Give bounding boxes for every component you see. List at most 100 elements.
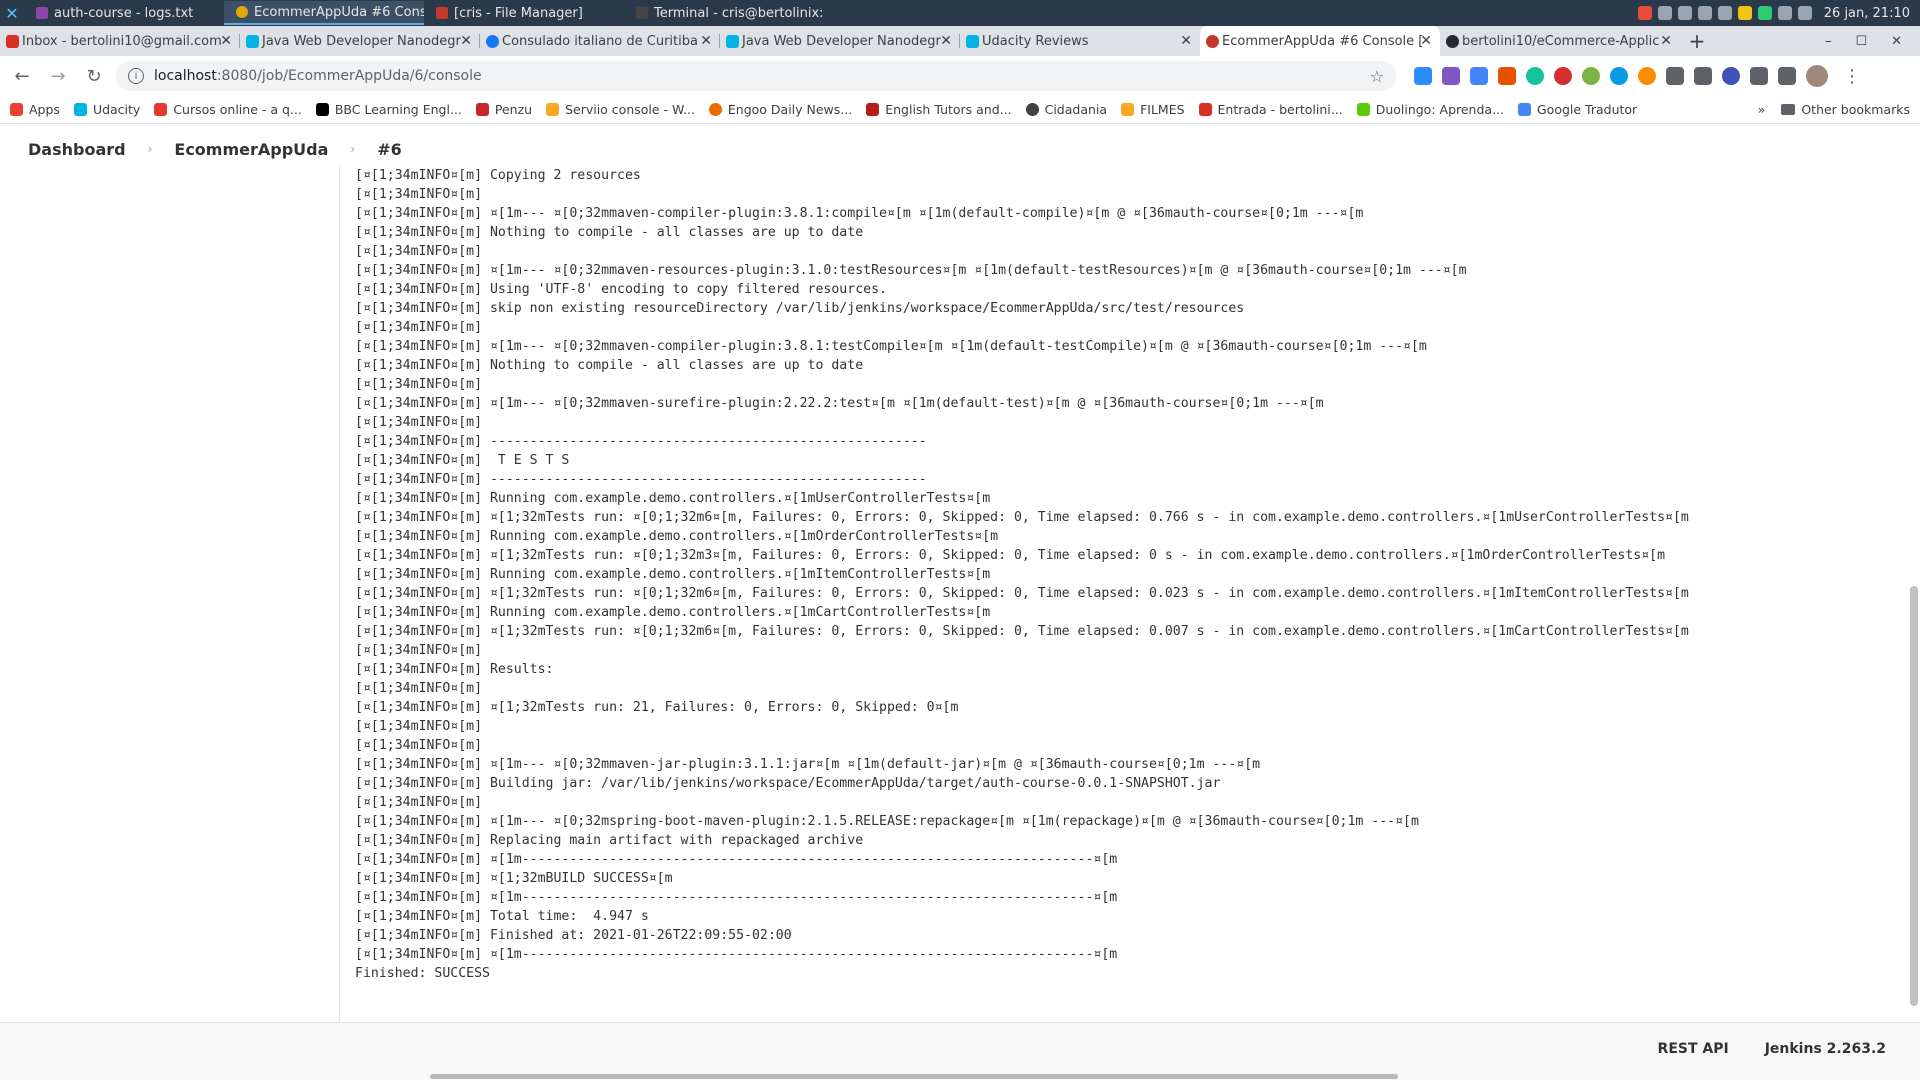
task-chrome[interactable]: EcommerAppUda #6 Conso... [224,1,424,25]
other-bookmarks-folder[interactable]: Other bookmarks [1781,102,1910,117]
reader-extension-icon[interactable] [1498,67,1516,85]
serviio-icon [546,103,560,116]
console-line: [¤[1;34mINFO¤[m] Running com.example.dem… [355,567,991,582]
grammarly-extension-icon[interactable] [1526,67,1544,85]
console-line: [¤[1;34mINFO¤[m] [355,795,483,810]
bookmark-serviio[interactable]: Serviio console - W... [546,102,695,117]
close-icon[interactable]: ✕ [1180,33,1192,49]
console-line: [¤[1;34mINFO¤[m] Copying 2 resources [355,168,641,183]
bookmark-udacity[interactable]: Udacity [73,102,140,117]
pen-extension-icon[interactable] [1442,67,1460,85]
rest-api-link[interactable]: REST API [1658,1041,1729,1057]
task-label: [cris - File Manager] [454,5,583,21]
volume-icon[interactable] [1777,6,1792,20]
close-icon[interactable]: ✕ [460,33,472,49]
profile-avatar[interactable] [1806,65,1828,87]
close-icon[interactable]: ✕ [220,33,232,49]
maximize-button[interactable]: ☐ [1855,34,1867,49]
close-window-button[interactable]: ✕ [1891,34,1902,49]
site-info-icon[interactable]: i [128,68,144,84]
minimize-button[interactable]: – [1825,34,1832,49]
console-line: [¤[1;34mINFO¤[m] [355,643,483,658]
close-icon[interactable]: ✕ [1660,33,1672,49]
vertical-scrollbar[interactable] [1908,166,1918,1022]
task-file-manager[interactable]: [cris - File Manager] [424,1,624,25]
new-tab-button[interactable]: + [1680,26,1714,56]
console-line: [¤[1;34mINFO¤[m] ¤[1;32mBUILD SUCCESS¤[m [355,871,673,886]
task-label: Terminal - cris@bertolinix: ~ [654,5,824,21]
bookmark-filmes[interactable]: FILMES [1121,102,1185,117]
network-icon[interactable] [1697,6,1712,20]
bookmark-cursos[interactable]: Cursos online - a q... [154,102,302,117]
console-line: [¤[1;34mINFO¤[m] [355,681,483,696]
badge-extension-icon[interactable] [1638,67,1656,85]
bookmark-entrada[interactable]: Entrada - bertolini... [1198,102,1343,117]
bookmark-penzu[interactable]: Penzu [475,102,532,117]
check-icon[interactable] [1757,6,1772,20]
console-line: [¤[1;34mINFO¤[m] ¤[1m-------------------… [355,947,1118,962]
tab-title: Consulado italiano de Curitiba [502,33,698,49]
tab-consulado[interactable]: Consulado italiano de Curitiba ✕ [480,26,720,56]
dropbox-icon[interactable] [1677,6,1692,20]
updates-icon[interactable] [1717,6,1732,20]
user-icon[interactable] [1797,6,1812,20]
xfce-menu-icon[interactable]: ✕ [0,1,24,25]
tab-inbox[interactable]: Inbox - bertolini10@gmail.com ✕ [0,26,240,56]
bookmark-google-tradutor[interactable]: Google Tradutor [1518,102,1637,117]
badge-extension-icon[interactable] [1554,67,1572,85]
close-icon[interactable]: ✕ [1420,33,1432,49]
gear-extension-icon[interactable] [1722,67,1740,85]
wifi-icon[interactable] [1694,67,1712,85]
breadcrumb-build[interactable]: #6 [377,140,402,159]
reload-button[interactable]: ↻ [80,62,108,90]
console-line: [¤[1;34mINFO¤[m] Running com.example.dem… [355,491,991,506]
address-bar[interactable]: i localhost:8080/job/EcommerAppUda/6/con… [116,61,1396,91]
tab-github[interactable]: bertolini10/eCommerce-Applic ✕ [1440,26,1680,56]
forward-button[interactable]: → [44,62,72,90]
bookmark-cidadania[interactable]: Cidadania [1025,102,1107,117]
scrollbar-thumb[interactable] [1910,586,1918,1006]
bookmark-star-icon[interactable]: ☆ [1370,67,1384,86]
gmail-icon [1198,103,1212,116]
more-bookmarks-button[interactable]: » [1758,102,1766,117]
bookmark-english-tutors[interactable]: English Tutors and... [866,102,1012,117]
console-line: [¤[1;34mINFO¤[m] ¤[1m-------------------… [355,890,1118,905]
tab-jenkins-console[interactable]: EcommerAppUda #6 Console [✕ [1200,26,1440,56]
microphone-icon[interactable] [1657,6,1672,20]
tab-java-nanodegree-2[interactable]: Java Web Developer Nanodegr ✕ [720,26,960,56]
task-terminal[interactable]: Terminal - cris@bertolinix: ~ [624,1,824,25]
reading-list-icon[interactable] [1778,67,1796,85]
breadcrumb-dashboard[interactable]: Dashboard [28,140,126,159]
puzzle-icon[interactable] [1750,67,1768,85]
tab-title: Java Web Developer Nanodegr [742,33,941,49]
zoom-extension-icon[interactable] [1414,67,1432,85]
tab-udacity-reviews[interactable]: Udacity Reviews ✕ [960,26,1200,56]
badge-extension-icon[interactable] [1610,67,1628,85]
console-line: [¤[1;34mINFO¤[m] [355,415,483,430]
os-taskbar: ✕ auth-course - logs.txt EcommerAppUda #… [0,0,1920,26]
bookmark-duolingo[interactable]: Duolingo: Aprenda... [1356,102,1504,117]
close-icon[interactable]: ✕ [940,33,952,49]
bookmark-engoo[interactable]: Engoo Daily News... [708,102,852,117]
translate-extension-icon[interactable] [1470,67,1488,85]
bookmark-label: Serviio console - W... [565,102,695,117]
breadcrumb-job[interactable]: EcommerAppUda [174,140,328,159]
bookmark-bbc[interactable]: BBC Learning Engl... [315,102,462,117]
back-button[interactable]: ← [8,62,36,90]
chevron-right-icon[interactable]: › [350,142,355,156]
tab-java-nanodegree-1[interactable]: Java Web Developer Nanodegr ✕ [240,26,480,56]
bookmark-apps[interactable]: Apps [10,102,60,117]
task-logs[interactable]: auth-course - logs.txt [24,1,224,25]
clock[interactable]: 26 jan, 21:10 [1824,6,1910,21]
horizontal-scrollbar[interactable] [430,1074,1398,1079]
flag-icon [866,103,880,116]
close-icon[interactable]: ✕ [700,33,712,49]
console-line: Finished: SUCCESS [355,966,490,981]
cast-icon[interactable] [1666,67,1684,85]
badge-extension-icon[interactable] [1582,67,1600,85]
jenkins-version-link[interactable]: Jenkins 2.263.2 [1765,1041,1886,1057]
record-icon[interactable] [1637,6,1652,20]
chevron-right-icon[interactable]: › [148,142,153,156]
notes-icon[interactable] [1737,6,1752,20]
more-menu-icon[interactable]: ⋮ [1838,62,1866,90]
